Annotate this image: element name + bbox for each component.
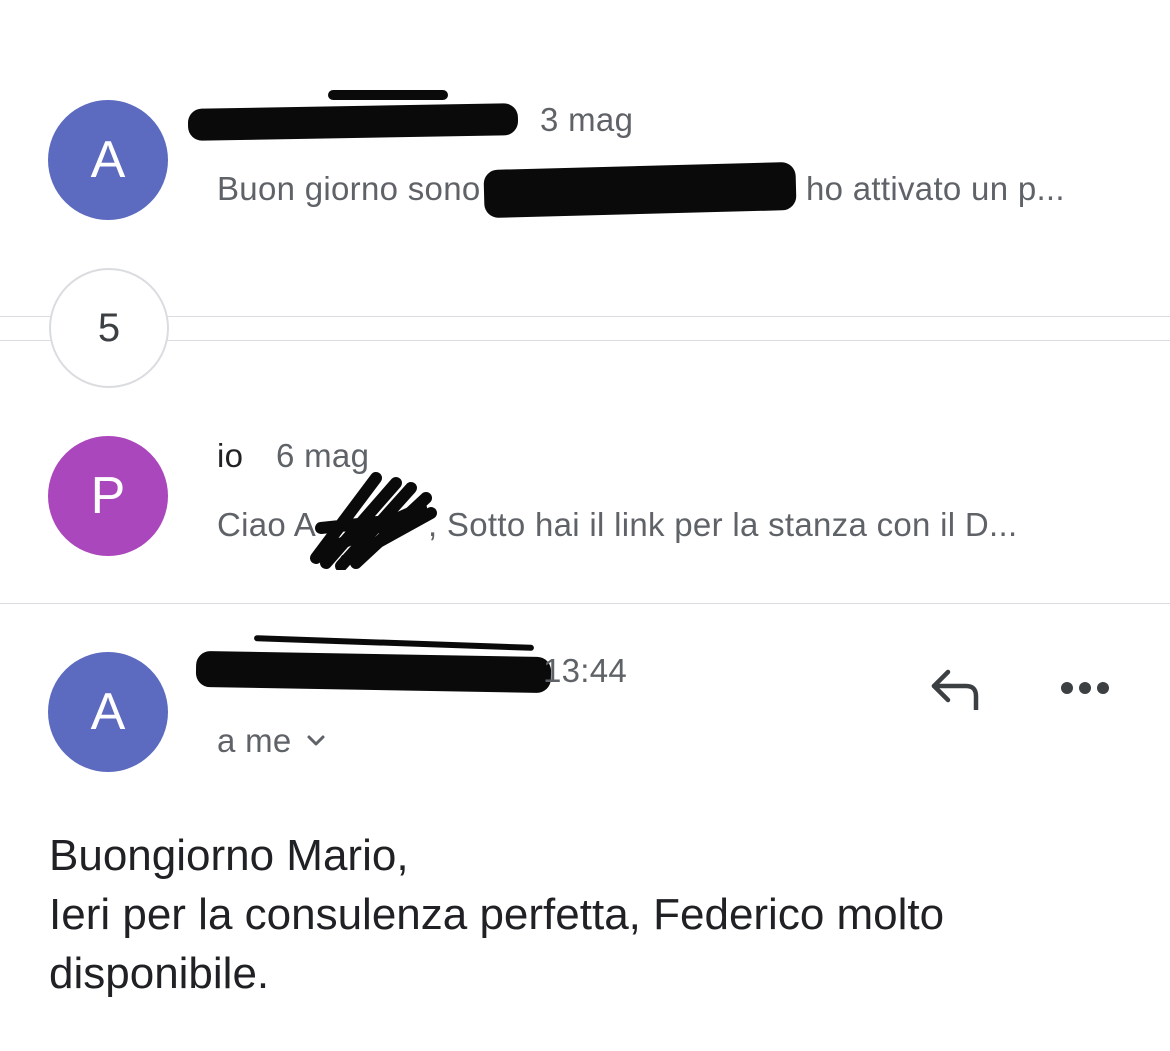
redaction-mark [328, 90, 448, 100]
message-snippet-start: Buon giorno sono [217, 170, 481, 207]
body-line: Ieri per la consulenza perfetta, Federic… [49, 890, 945, 939]
message-snippet-start: Ciao A [217, 506, 317, 543]
message-body: Buongiorno Mario, Ieri per la consulenza… [49, 826, 1129, 1003]
body-line: Buongiorno Mario, [49, 831, 409, 880]
body-line: disponibile. [49, 949, 270, 998]
redacted-snippet-name [483, 161, 797, 219]
collapsed-divider-top [0, 316, 1170, 317]
reply-icon [931, 669, 979, 710]
message-divider [0, 603, 1170, 604]
message-date: 3 mag [540, 101, 634, 138]
redaction-mark [253, 635, 535, 651]
redacted-sender-name [195, 650, 552, 694]
message-time: 13:44 [543, 652, 628, 689]
more-horizontal-icon [1061, 682, 1109, 694]
sender-avatar: P [48, 436, 168, 556]
message-snippet-end: ho attivato un p... [806, 170, 1065, 207]
redaction-scribble [310, 472, 437, 570]
redacted-sender-name [187, 103, 519, 141]
recipients-toggle[interactable]: a me [217, 722, 326, 760]
collapsed-divider-bottom [0, 340, 1170, 341]
sender-avatar: A [48, 652, 168, 772]
collapsed-messages-count[interactable]: 5 [49, 268, 169, 388]
message-sender: io [217, 437, 244, 474]
chevron-down-icon [307, 735, 325, 746]
reply-button[interactable] [922, 660, 986, 716]
more-options-button[interactable] [1052, 666, 1118, 710]
message-snippet-end: , Sotto hai il link per la stanza con il… [428, 506, 1018, 543]
recipient-label: a me [217, 722, 292, 759]
sender-avatar: A [48, 100, 168, 220]
